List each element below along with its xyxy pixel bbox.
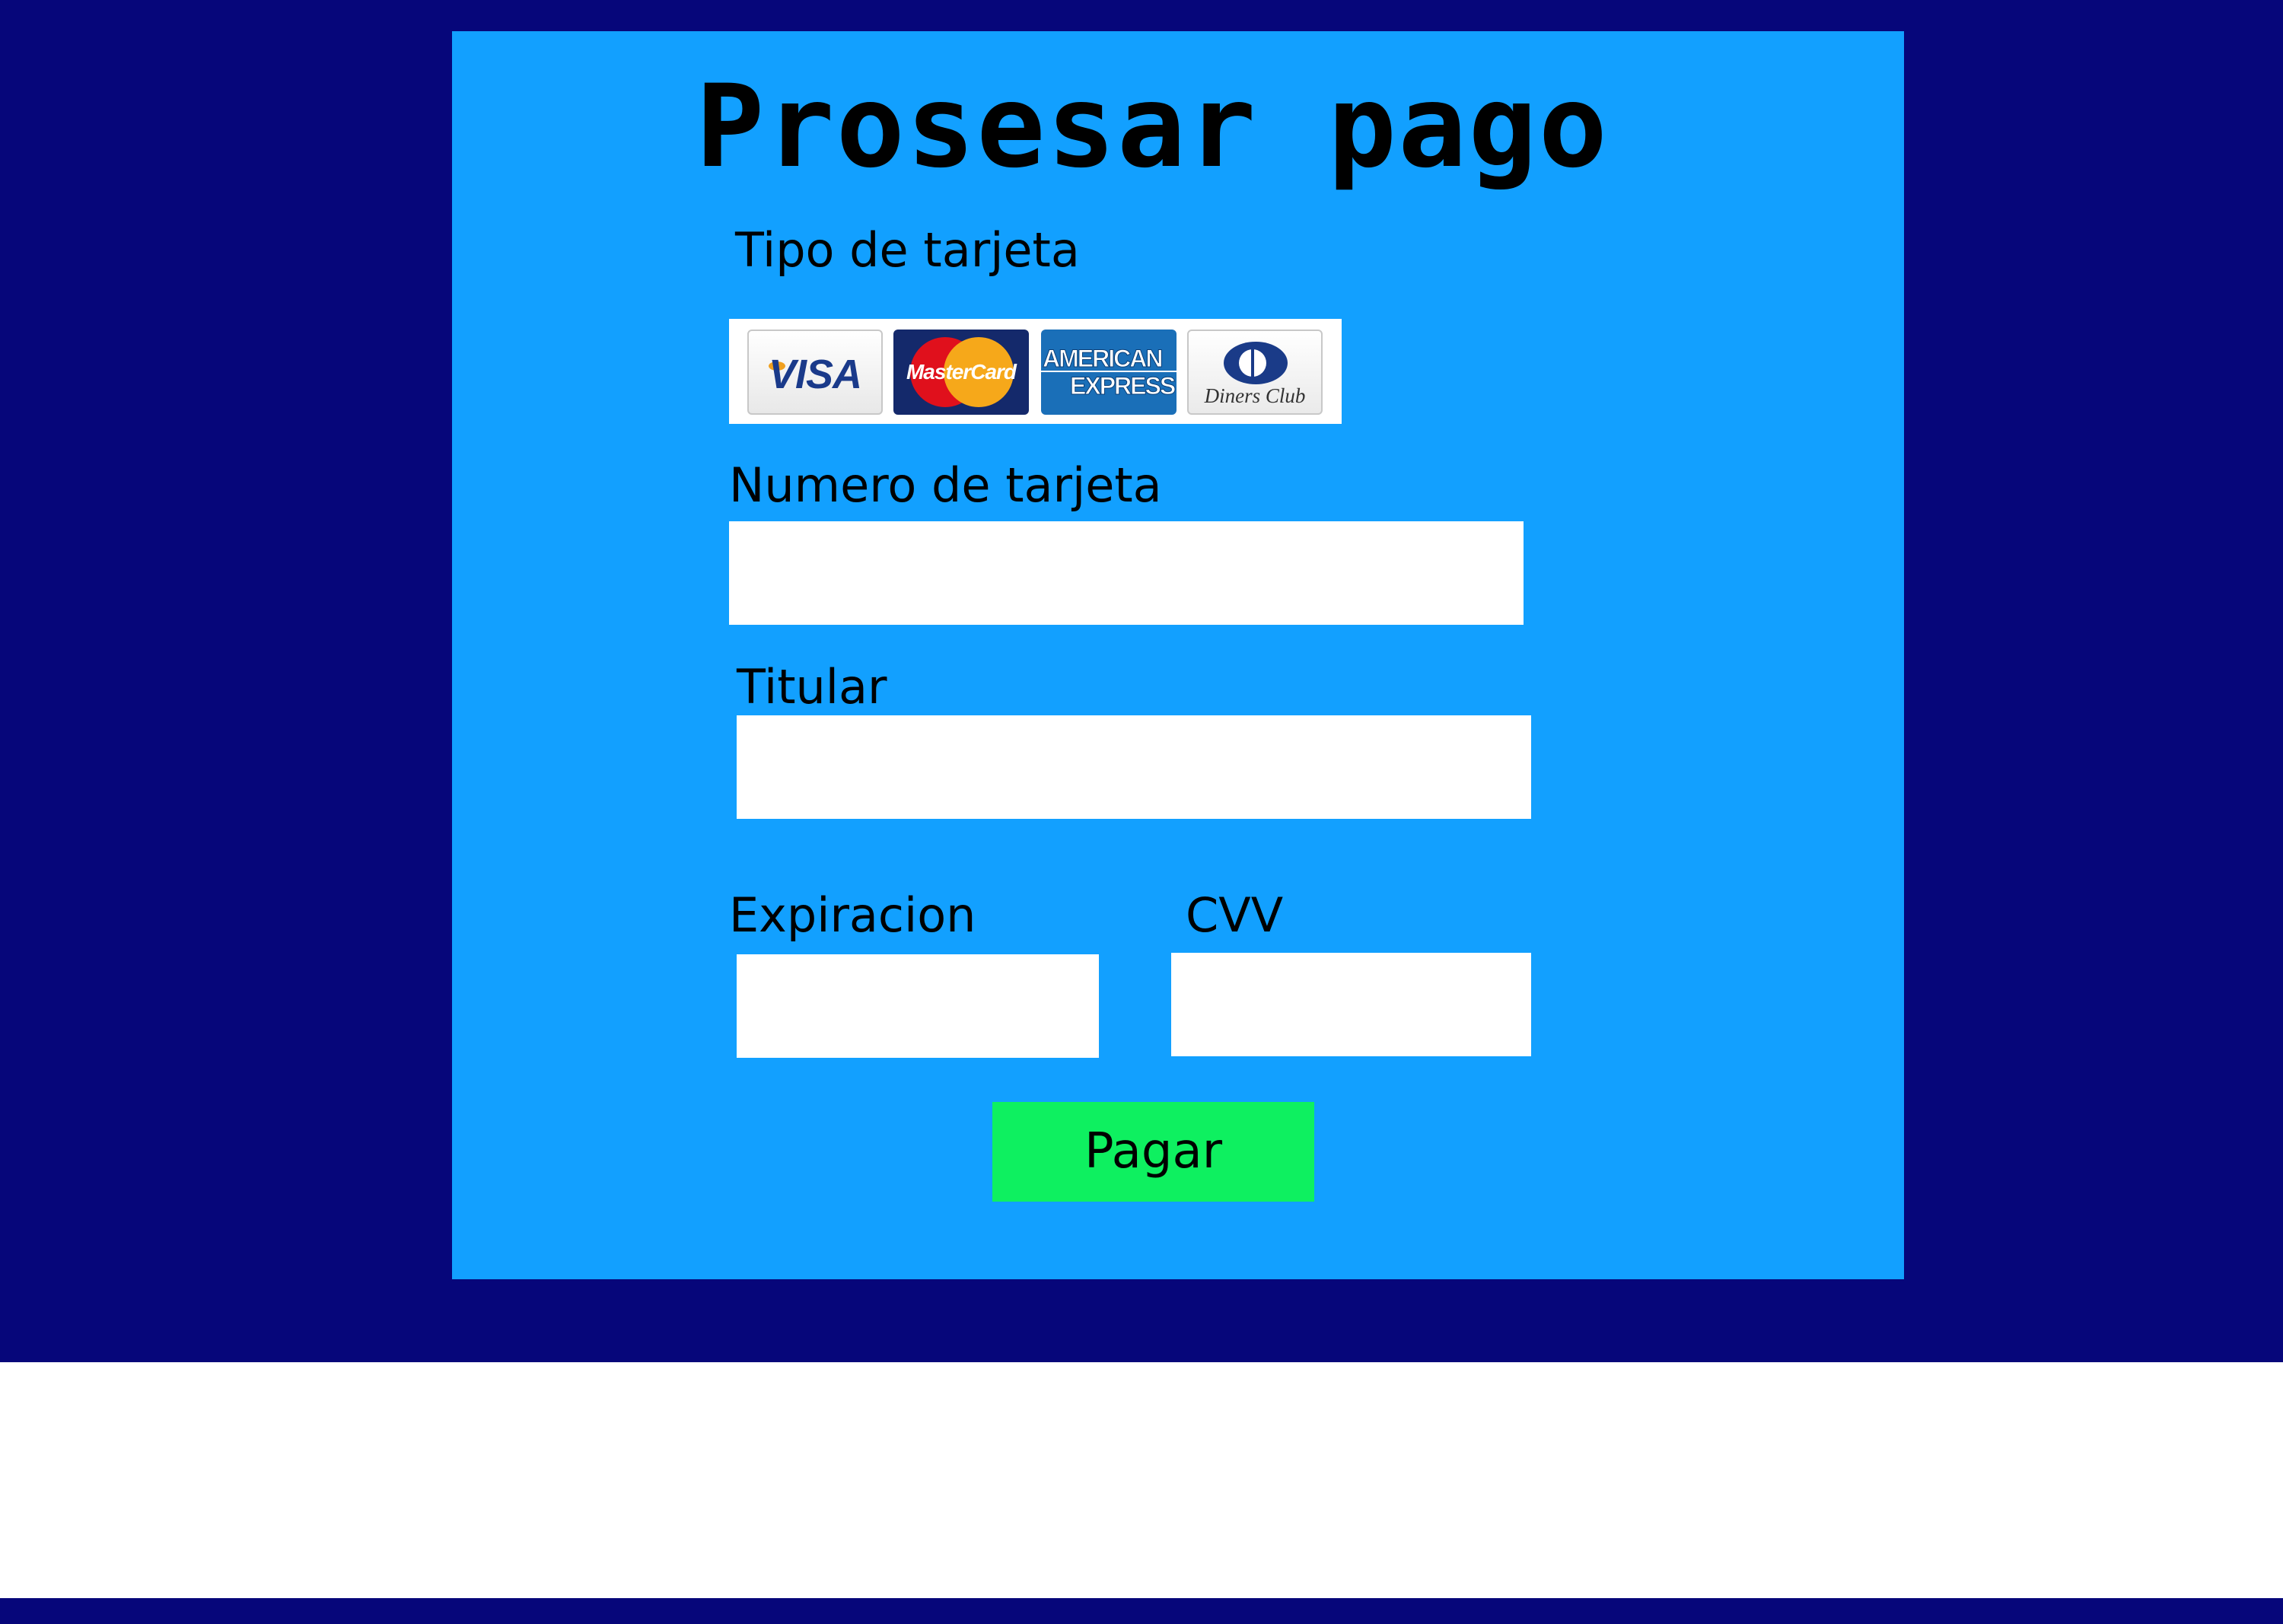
expiration-input[interactable]	[737, 954, 1099, 1058]
card-type-label: Tipo de tarjeta	[735, 222, 1080, 278]
footer-bar	[0, 1598, 2283, 1624]
diners-club-emblem	[1224, 342, 1288, 384]
visa-logo: VISA	[747, 330, 883, 415]
card-type-logos: VISA MasterCard AMERICAN EXPRESS Diners …	[729, 319, 1342, 424]
cvv-input[interactable]	[1171, 953, 1531, 1056]
amex-logo-text-line2: EXPRESS	[1069, 372, 1176, 400]
card-number-input[interactable]	[729, 521, 1524, 625]
cvv-label: CVV	[1186, 887, 1284, 943]
payment-panel	[452, 31, 1904, 1279]
expiration-label: Expiracion	[729, 887, 976, 943]
holder-label: Titular	[737, 659, 887, 715]
card-number-label: Numero de tarjeta	[729, 457, 1162, 513]
mastercard-logo: MasterCard	[893, 330, 1029, 415]
visa-logo-text: VISA	[768, 352, 862, 397]
holder-input[interactable]	[737, 715, 1531, 819]
amex-logo-text-line1: AMERICAN	[1042, 345, 1163, 373]
pay-button[interactable]: Pagar	[992, 1102, 1314, 1202]
diners-club-logo: Diners Club	[1187, 330, 1323, 415]
american-express-logo: AMERICAN EXPRESS	[1041, 330, 1177, 415]
diners-club-logo-text: Diners Club	[1204, 384, 1306, 407]
mastercard-logo-text: MasterCard	[906, 360, 1017, 384]
page-title: Prosesar pago	[696, 61, 1609, 193]
